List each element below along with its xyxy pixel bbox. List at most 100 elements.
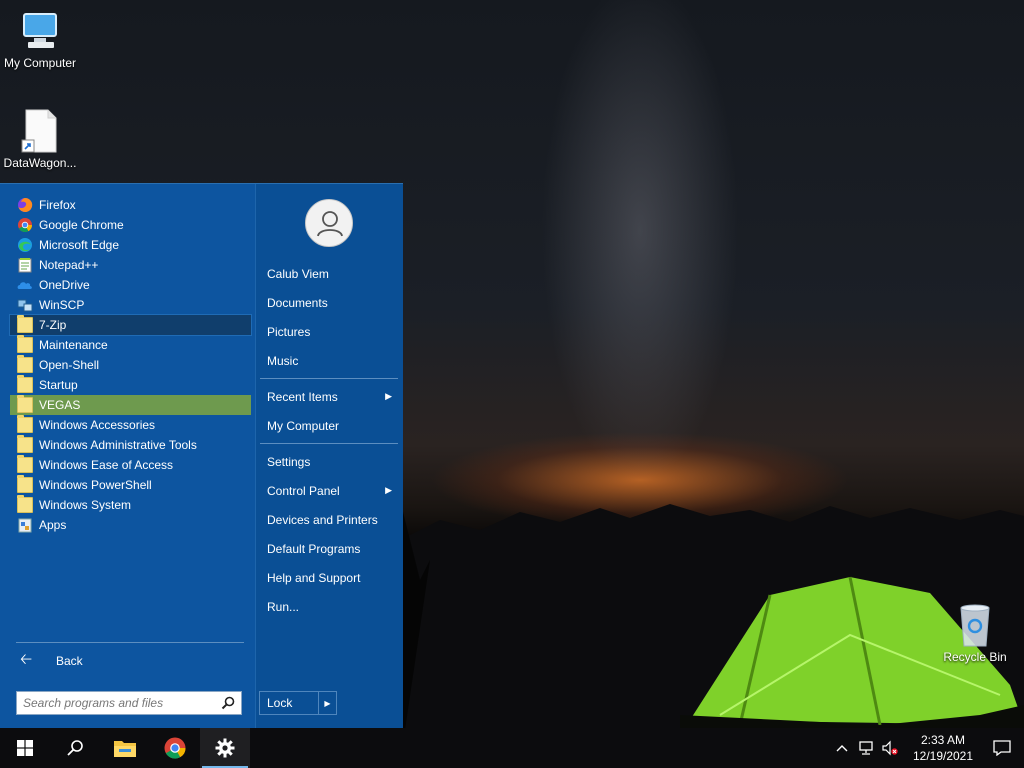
- windows-start-icon: [17, 740, 33, 756]
- places-item-my-computer[interactable]: My Computer: [260, 411, 398, 440]
- taskbar-search-button[interactable]: [50, 728, 100, 768]
- program-item-7-zip[interactable]: 7-Zip: [9, 314, 252, 336]
- program-item-google-chrome[interactable]: Google Chrome: [10, 215, 251, 235]
- program-item-maintenance[interactable]: Maintenance: [10, 335, 251, 355]
- show-hidden-icons-button[interactable]: [830, 728, 854, 768]
- places-item-music[interactable]: Music: [260, 346, 398, 375]
- program-item-label: Open-Shell: [39, 358, 100, 372]
- taskbar-chrome[interactable]: [150, 728, 200, 768]
- search-input[interactable]: [23, 696, 221, 710]
- program-item-firefox[interactable]: Firefox: [10, 195, 251, 215]
- divider: [260, 378, 398, 379]
- folder-icon: [17, 375, 33, 393]
- program-item-notepad-plus-plus[interactable]: Notepad++: [10, 255, 251, 275]
- program-item-windows-powershell[interactable]: Windows PowerShell: [10, 475, 251, 495]
- recycle-bin-icon: [960, 604, 990, 647]
- places-list: Calub Viem Documents Pictures Music Rece…: [260, 259, 398, 621]
- desktop-icon-label: My Computer: [3, 56, 77, 70]
- places-item-settings[interactable]: Settings: [260, 447, 398, 476]
- program-item-startup[interactable]: Startup: [10, 375, 251, 395]
- chevron-up-icon: [836, 745, 848, 752]
- places-item-devices-and-printers[interactable]: Devices and Printers: [260, 505, 398, 534]
- places-item-control-panel[interactable]: Control Panel ▶: [260, 476, 398, 505]
- places-item-label: Pictures: [267, 324, 311, 339]
- file-explorer-icon: [114, 741, 136, 757]
- program-item-open-shell[interactable]: Open-Shell: [10, 355, 251, 375]
- program-item-microsoft-edge[interactable]: Microsoft Edge: [10, 235, 251, 255]
- program-item-windows-administrative-tools[interactable]: Windows Administrative Tools: [10, 435, 251, 455]
- program-item-windows-system[interactable]: Windows System: [10, 495, 251, 515]
- program-item-label: Windows Ease of Access: [39, 458, 174, 472]
- folder-icon: [17, 335, 33, 353]
- chrome-icon: [164, 737, 186, 759]
- back-button[interactable]: 🡠 Back: [16, 650, 244, 672]
- notification-icon: [993, 740, 1011, 756]
- program-item-label: WinSCP: [39, 298, 85, 312]
- places-item-label: Settings: [267, 454, 311, 469]
- settings-gear-icon: [215, 738, 235, 758]
- program-item-vegas[interactable]: VEGAS: [10, 395, 251, 415]
- program-list: Firefox Google Chrome Microsoft Edge Not…: [9, 195, 252, 535]
- onedrive-icon: [17, 282, 32, 289]
- caret-right-icon: ▶: [385, 391, 392, 401]
- apps-icon: [18, 518, 32, 533]
- folder-icon: [17, 355, 33, 373]
- program-item-apps[interactable]: Apps: [10, 515, 251, 535]
- network-button[interactable]: [854, 728, 878, 768]
- start-menu-programs-pane: Firefox Google Chrome Microsoft Edge Not…: [0, 184, 255, 729]
- volume-button[interactable]: [878, 728, 902, 768]
- program-item-label: Notepad++: [39, 258, 99, 272]
- start-menu-places-pane: Calub Viem Documents Pictures Music Rece…: [255, 184, 403, 729]
- desktop-icon-datawagon[interactable]: DataWagon...: [0, 108, 80, 170]
- places-item-run[interactable]: Run...: [260, 592, 398, 621]
- desktop-icon-recycle-bin[interactable]: Recycle Bin: [935, 602, 1015, 664]
- user-icon: [317, 211, 343, 237]
- places-item-label: Default Programs: [267, 541, 361, 556]
- system-tray: 2:33 AM 12/19/2021: [830, 728, 1024, 768]
- places-item-documents[interactable]: Documents: [260, 288, 398, 317]
- notepad-plus-icon: [18, 258, 32, 273]
- program-item-windows-accessories[interactable]: Windows Accessories: [10, 415, 251, 435]
- file-shortcut-icon: [21, 109, 57, 153]
- program-item-winscp[interactable]: WinSCP: [10, 295, 251, 315]
- folder-icon: [17, 395, 33, 413]
- volume-muted-icon: [882, 740, 898, 756]
- places-item-pictures[interactable]: Pictures: [260, 317, 398, 346]
- power-options-arrow-icon[interactable]: ▶: [318, 692, 336, 714]
- firefox-icon: [18, 197, 33, 212]
- places-item-user[interactable]: Calub Viem: [260, 259, 398, 288]
- program-item-label: Maintenance: [39, 338, 108, 352]
- places-item-help-and-support[interactable]: Help and Support: [260, 563, 398, 592]
- taskbar-file-explorer[interactable]: [100, 728, 150, 768]
- chrome-icon: [18, 218, 33, 233]
- places-item-label: Calub Viem: [267, 266, 329, 281]
- places-item-recent-items[interactable]: Recent Items ▶: [260, 382, 398, 411]
- arrow-left-icon: 🡠: [20, 650, 33, 668]
- clock-date: 12/19/2021: [912, 749, 974, 763]
- avatar[interactable]: [305, 199, 353, 247]
- program-item-label: Startup: [39, 378, 78, 392]
- desktop-icon-my-computer[interactable]: My Computer: [0, 10, 80, 70]
- clock[interactable]: 2:33 AM 12/19/2021: [906, 732, 980, 764]
- folder-icon: [17, 475, 33, 493]
- notification-center-button[interactable]: [980, 728, 1024, 768]
- program-item-onedrive[interactable]: OneDrive: [10, 275, 251, 295]
- folder-icon: [17, 315, 33, 333]
- lock-label[interactable]: Lock: [260, 692, 318, 714]
- winscp-icon: [17, 299, 33, 312]
- taskbar-settings[interactable]: [200, 728, 250, 768]
- program-item-label: Windows Accessories: [39, 418, 156, 432]
- search-icon[interactable]: [221, 696, 235, 710]
- divider: [260, 443, 398, 444]
- program-item-windows-ease-of-access[interactable]: Windows Ease of Access: [10, 455, 251, 475]
- network-icon: [859, 741, 873, 755]
- places-item-label: Music: [267, 353, 299, 368]
- desktop-icon-label: Recycle Bin: [943, 650, 1007, 664]
- places-item-label: Run...: [267, 599, 300, 614]
- places-item-label: Recent Items: [267, 389, 338, 404]
- start-button[interactable]: [0, 728, 50, 768]
- places-item-label: Help and Support: [267, 570, 361, 585]
- search-box: [16, 691, 242, 715]
- taskbar: 2:33 AM 12/19/2021: [0, 728, 1024, 768]
- places-item-default-programs[interactable]: Default Programs: [260, 534, 398, 563]
